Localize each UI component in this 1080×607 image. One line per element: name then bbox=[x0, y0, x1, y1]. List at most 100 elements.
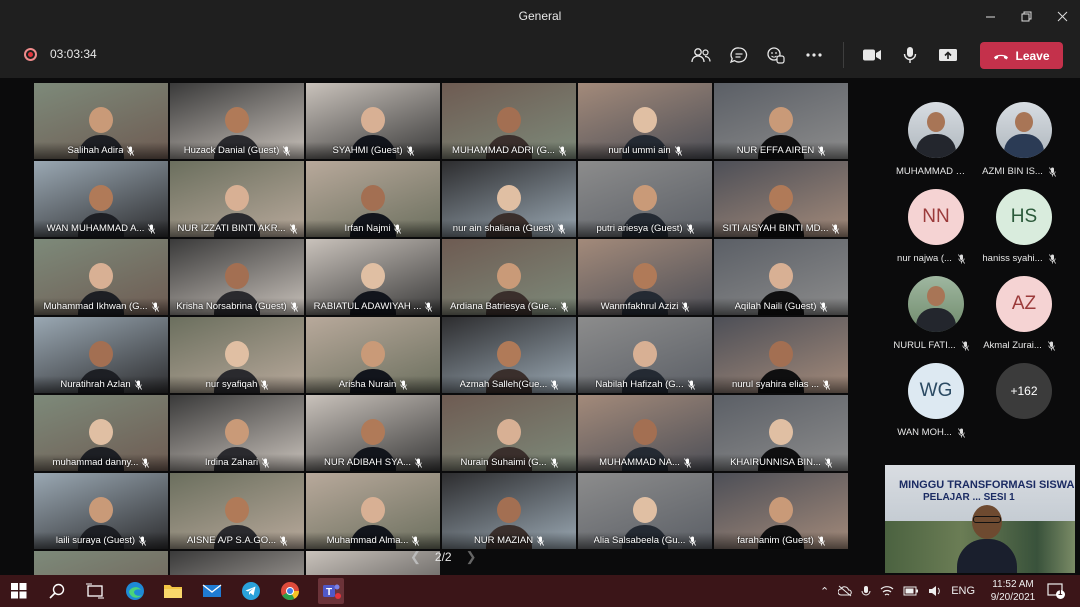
participant-video-tile[interactable]: Alia Salsabeela (Gu... bbox=[578, 473, 712, 549]
participant-name: KHAIRUNNISA BIN... bbox=[730, 457, 821, 468]
avatar-initials: +162 bbox=[1010, 384, 1038, 398]
participant-video-tile[interactable]: SYAHMI (Guest) bbox=[306, 83, 440, 159]
search-button[interactable] bbox=[47, 581, 67, 601]
roster-participant[interactable]: MUHAMMAD I... bbox=[886, 96, 976, 177]
cloud-icon[interactable] bbox=[838, 585, 852, 597]
participant-video-tile[interactable]: Nuratihrah Azlan bbox=[34, 317, 168, 393]
participant-name: Krisha Norsabrina (Guest) bbox=[176, 301, 287, 312]
participant-video-tile[interactable]: nurul syahira elias ... bbox=[714, 317, 848, 393]
telegram-app[interactable] bbox=[241, 581, 261, 601]
participant-video-tile[interactable]: NUR MAZIAN bbox=[442, 473, 576, 549]
participant-video-tile[interactable]: Azmah Salleh(Gue... bbox=[442, 317, 576, 393]
chat-button[interactable] bbox=[727, 43, 751, 67]
participant-video-tile[interactable]: Huzack Danial (Guest) bbox=[170, 83, 304, 159]
reactions-button[interactable] bbox=[764, 43, 788, 67]
teams-app[interactable]: T bbox=[318, 578, 344, 604]
participant-video-tile[interactable]: SITI AISYAH BINTI MD... bbox=[714, 161, 848, 237]
previous-page-button[interactable]: ❮ bbox=[410, 549, 421, 565]
show-hidden-icons-button[interactable]: ⌃ bbox=[820, 585, 829, 598]
participant-video-tile[interactable]: Salihah Adira bbox=[34, 83, 168, 159]
leave-button[interactable]: Leave bbox=[980, 42, 1063, 69]
participant-video-tile[interactable]: nur ain shaliana (Guest) bbox=[442, 161, 576, 237]
participant-video-tile[interactable]: Aqilah Naili (Guest) bbox=[714, 239, 848, 315]
participant-video-tile[interactable]: Wanmfakhrul Azizi bbox=[578, 239, 712, 315]
muted-mic-icon bbox=[682, 301, 690, 312]
microphone-tray-icon[interactable] bbox=[861, 585, 871, 598]
roster-participant[interactable]: WG WAN MOH... bbox=[886, 357, 976, 438]
participant-video-tile[interactable]: Irfan Najmi bbox=[306, 161, 440, 237]
roster-label: AZMI BIN IS... bbox=[974, 166, 1064, 177]
roster-participant[interactable]: NURUL FATI... bbox=[886, 270, 976, 351]
muted-mic-icon bbox=[261, 379, 269, 390]
participant-video-tile[interactable]: KHAIRUNNISA BIN... bbox=[714, 395, 848, 471]
participant-video-tile[interactable]: laili suraya (Guest) bbox=[34, 473, 168, 549]
participant-video-tile[interactable]: Muhammad Alma... bbox=[306, 473, 440, 549]
roster-participant[interactable]: AZ Akmal Zurai... bbox=[974, 270, 1064, 351]
restore-button[interactable] bbox=[1008, 0, 1044, 32]
roster-name: Akmal Zurai... bbox=[983, 340, 1042, 351]
close-button[interactable] bbox=[1044, 0, 1080, 32]
clock-date: 9/20/2021 bbox=[990, 592, 1036, 603]
participant-name-bar: Azmah Salleh(Gue... bbox=[442, 376, 576, 393]
start-button[interactable] bbox=[9, 581, 29, 601]
participant-video-tile[interactable]: Nurain Suhaimi (G... bbox=[442, 395, 576, 471]
roster-name: NURUL FATI... bbox=[893, 340, 956, 351]
participant-video-tile[interactable]: nur syafiqah bbox=[170, 317, 304, 393]
roster-name: MUHAMMAD I... bbox=[896, 166, 966, 177]
share-screen-button[interactable] bbox=[936, 43, 960, 67]
participant-video-tile[interactable]: NUR EFFA AIREN bbox=[714, 83, 848, 159]
more-actions-button[interactable] bbox=[802, 43, 826, 67]
muted-mic-icon bbox=[689, 535, 697, 546]
muted-mic-icon bbox=[289, 223, 297, 234]
volume-icon[interactable] bbox=[928, 585, 942, 597]
people-icon bbox=[691, 48, 711, 63]
participant-video-tile[interactable]: Muhammad Ikhwan (G... bbox=[34, 239, 168, 315]
participant-video-tile[interactable]: WAN MUHAMMAD A... bbox=[34, 161, 168, 237]
camera-button[interactable] bbox=[860, 43, 884, 67]
participant-video-tile[interactable]: putri ariesya (Guest) bbox=[578, 161, 712, 237]
edge-app[interactable] bbox=[125, 581, 145, 601]
participant-video-tile[interactable]: Irdina Zahari bbox=[170, 395, 304, 471]
participant-video-tile[interactable]: Ardiana Batriesya (Gue... bbox=[442, 239, 576, 315]
self-video-preview[interactable]: MINGGU TRANSFORMASI SISWA PELAJAR ... SE… bbox=[885, 465, 1075, 573]
participant-video-tile[interactable]: muhammad danny... bbox=[34, 395, 168, 471]
file-explorer-app[interactable] bbox=[163, 581, 183, 601]
roster-participant[interactable]: AZMI BIN IS... bbox=[974, 96, 1064, 177]
participant-video-tile[interactable]: NUR ADIBAH SYA... bbox=[306, 395, 440, 471]
search-icon bbox=[49, 583, 65, 599]
participant-video-tile[interactable]: AISNE A/P S.A.GO... bbox=[170, 473, 304, 549]
participant-video-tile[interactable]: nurul ummi ain bbox=[578, 83, 712, 159]
participant-video-tile[interactable]: farahanim (Guest) bbox=[714, 473, 848, 549]
minimize-button[interactable] bbox=[972, 0, 1008, 32]
chrome-app[interactable] bbox=[280, 581, 300, 601]
participant-video-tile[interactable]: Krisha Norsabrina (Guest) bbox=[170, 239, 304, 315]
chat-icon bbox=[729, 47, 748, 64]
muted-mic-icon bbox=[537, 535, 545, 546]
participant-name-bar: NUR ADIBAH SYA... bbox=[306, 454, 440, 471]
roster-participant[interactable]: HS haniss syahi... bbox=[974, 183, 1064, 264]
camera-icon bbox=[863, 49, 881, 61]
participant-video-tile[interactable]: RABIATUL ADAWIYAH ... bbox=[306, 239, 440, 315]
clock[interactable]: 11:52 AM 9/20/2021 bbox=[985, 578, 1041, 604]
participant-video-tile[interactable]: Arisha Nurain bbox=[306, 317, 440, 393]
svg-text:T: T bbox=[326, 587, 332, 598]
participant-photo bbox=[996, 102, 1052, 158]
roster-participant[interactable]: NN nur najwa (... bbox=[886, 183, 976, 264]
participant-video-tile[interactable]: MUHAMMAD ADRI (G... bbox=[442, 83, 576, 159]
notification-center-button[interactable]: 1 bbox=[1047, 583, 1065, 599]
next-page-button[interactable]: ❯ bbox=[466, 549, 477, 565]
microphone-button[interactable] bbox=[898, 43, 922, 67]
task-view-button[interactable] bbox=[85, 581, 105, 601]
participant-video-tile[interactable]: MUHAMMAD NA... bbox=[578, 395, 712, 471]
participant-video-tile[interactable]: Nabilah Hafizah (G... bbox=[578, 317, 712, 393]
participant-name-bar: AISNE A/P S.A.GO... bbox=[170, 532, 304, 549]
language-indicator[interactable]: ENG bbox=[951, 585, 975, 597]
muted-mic-icon bbox=[283, 145, 291, 156]
wifi-icon[interactable] bbox=[880, 585, 894, 597]
mail-app[interactable] bbox=[202, 581, 222, 601]
roster-participant[interactable]: +162 bbox=[974, 357, 1064, 437]
muted-mic-icon bbox=[824, 457, 832, 468]
battery-icon[interactable] bbox=[903, 586, 919, 596]
participants-button[interactable] bbox=[689, 43, 713, 67]
participant-video-tile[interactable]: NUR IZZATI BINTI AKR... bbox=[170, 161, 304, 237]
